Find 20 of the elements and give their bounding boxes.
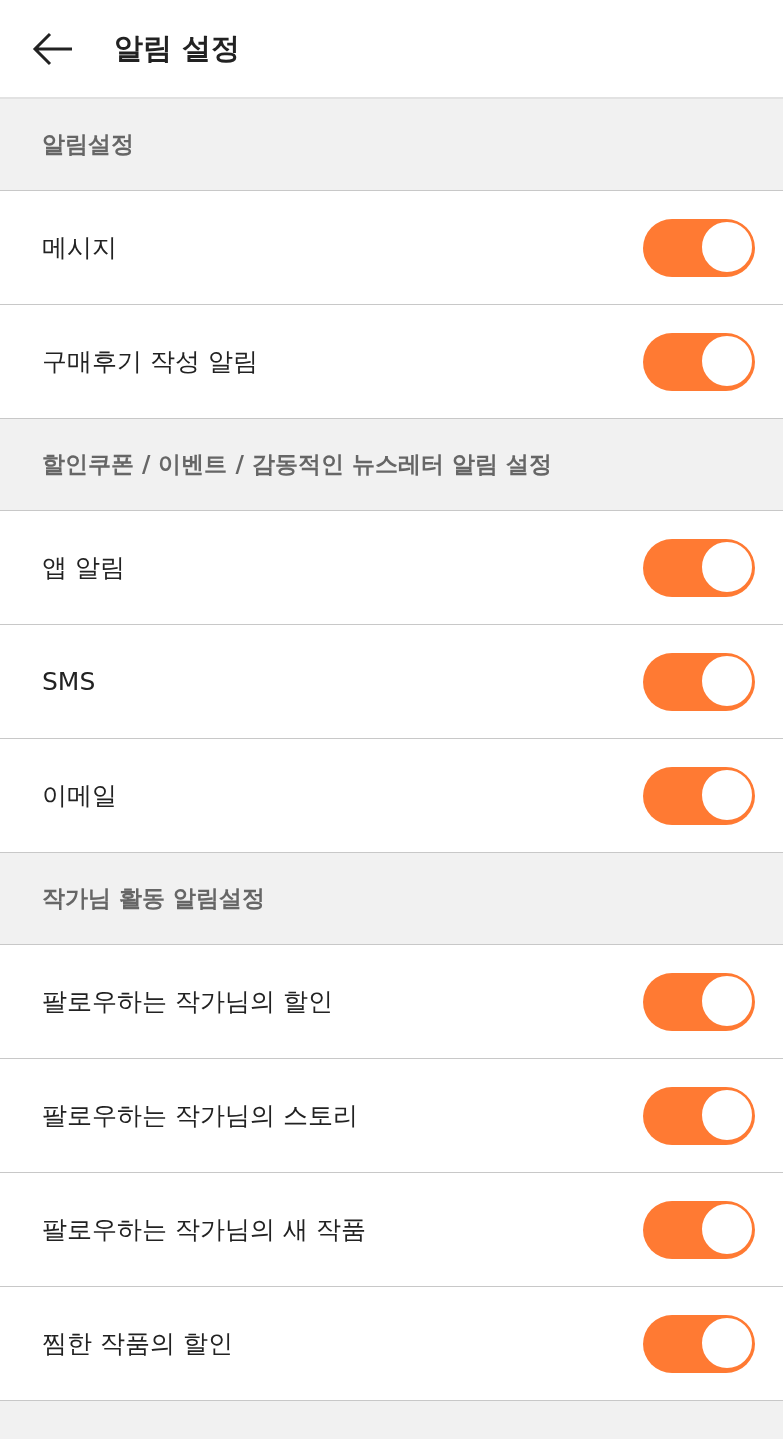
setting-label: 앱 알림 <box>42 552 125 584</box>
toggle-switch[interactable] <box>643 1314 755 1373</box>
back-arrow-icon[interactable] <box>32 31 74 66</box>
setting-label: 팔로우하는 작가님의 할인 <box>42 986 333 1018</box>
setting-label: 이메일 <box>42 780 117 812</box>
toggle-switch[interactable] <box>643 538 755 597</box>
toggle-switch[interactable] <box>643 1086 755 1145</box>
setting-label: 팔로우하는 작가님의 스토리 <box>42 1100 358 1132</box>
setting-label: 찜한 작품의 할인 <box>42 1328 233 1360</box>
toggle-switch[interactable] <box>643 652 755 711</box>
toggle-switch[interactable] <box>643 332 755 391</box>
toggle-switch[interactable] <box>643 766 755 825</box>
toggle-switch[interactable] <box>643 1200 755 1259</box>
setting-label: 구매후기 작성 알림 <box>42 346 258 378</box>
setting-label: SMS <box>42 667 96 696</box>
setting-label: 팔로우하는 작가님의 새 작품 <box>42 1214 366 1246</box>
page-title: 알림 설정 <box>114 29 241 67</box>
setting-label: 메시지 <box>42 232 117 264</box>
toggle-switch[interactable] <box>643 972 755 1031</box>
toggle-switch[interactable] <box>643 218 755 277</box>
